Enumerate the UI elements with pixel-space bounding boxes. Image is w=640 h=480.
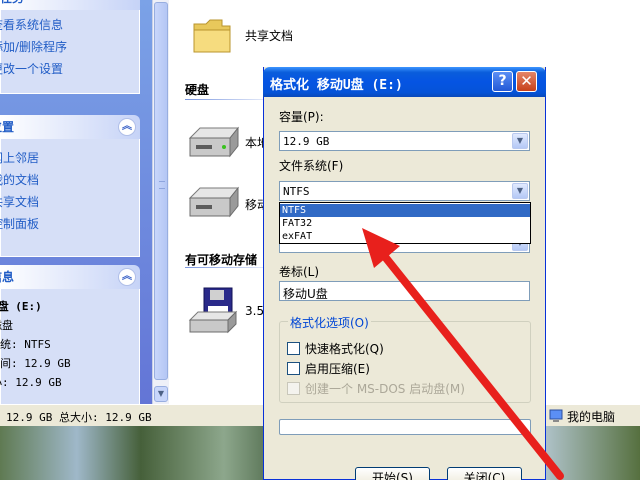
scrollbar-thumb[interactable]	[154, 2, 168, 380]
removable-storage-heading: 有可移动存储	[185, 253, 258, 267]
msdos-boot-label: 创建一个 MS-DOS 启动盘(M)	[305, 382, 465, 396]
chevron-down-icon[interactable]: ▼	[512, 183, 528, 199]
link-change-setting[interactable]: 更改一个设置	[0, 58, 139, 80]
floppy-label[interactable]: 3.5	[245, 304, 264, 318]
floppy-drive-icon[interactable]	[188, 286, 238, 336]
details-filesystem: 系统: NTFS	[0, 338, 51, 351]
status-location-text: 我的电脑	[567, 410, 616, 424]
other-places-body: 网上邻居 我的文档 共享文档 控制面板	[0, 139, 140, 257]
filesystem-option-exfat[interactable]: exFAT	[280, 230, 530, 243]
msdos-boot-checkbox	[287, 382, 300, 395]
system-tasks-header[interactable]: 任务	[0, 0, 140, 10]
system-tasks-body: 查看系统信息 添加/删除程序 更改一个设置	[0, 10, 140, 94]
close-icon[interactable]: ✕	[516, 71, 537, 92]
capacity-select[interactable]: 12.9 GB ▼	[279, 131, 530, 151]
other-places-header[interactable]: 位置 ︽	[0, 115, 140, 139]
capacity-label: 容量(P):	[279, 110, 324, 124]
system-tasks-title: 任务	[0, 0, 24, 5]
dialog-title: 格式化 移动U盘 (E:)	[270, 78, 403, 93]
quick-format-checkbox[interactable]	[287, 342, 300, 355]
chevron-up-icon[interactable]: ︽	[118, 268, 136, 286]
details-total-size: 小: 12.9 GB	[0, 376, 62, 389]
format-options-group: 格式化选项(O) 快速格式化(Q) 启用压缩(E) 创建一个 MS-DOS 启动…	[279, 314, 531, 403]
chevron-up-icon[interactable]: ︽	[118, 118, 136, 136]
link-view-system-info[interactable]: 查看系统信息	[0, 14, 139, 36]
format-progress-bar	[279, 419, 531, 435]
link-shared-documents[interactable]: 共享文档	[0, 191, 139, 213]
link-my-documents[interactable]: 我的文档	[0, 169, 139, 191]
capacity-value: 12.9 GB	[283, 135, 330, 148]
folder-icon[interactable]	[192, 14, 232, 56]
filesystem-label: 文件系统(F)	[279, 159, 344, 173]
close-button[interactable]: 关闭(C)	[447, 467, 522, 480]
quick-format-label[interactable]: 快速格式化(Q)	[305, 340, 384, 357]
volume-label-input[interactable]: 移动U盘	[279, 281, 530, 301]
system-tasks-panel: 任务 查看系统信息 添加/删除程序 更改一个设置	[0, 0, 140, 94]
details-panel: 信息 ︽ U盘 (E:) 磁盘 系统: NTFS 空间: 12.9 GB 小: …	[0, 265, 140, 404]
details-header[interactable]: 信息 ︽	[0, 265, 140, 289]
details-drive-name: U盘 (E:)	[0, 300, 42, 313]
volume-label-label: 卷标(L)	[279, 265, 320, 279]
filesystem-select[interactable]: NTFS ▼	[279, 181, 530, 201]
status-size-text: 12.9 GB 总大小: 12.9 GB	[6, 411, 152, 424]
details-title: 信息	[0, 270, 15, 284]
dialog-title-bar[interactable]: 格式化 移动U盘 (E:) ? ✕	[263, 67, 546, 97]
volume-label-value: 移动U盘	[283, 287, 328, 301]
explorer-task-pane: 任务 查看系统信息 添加/删除程序 更改一个设置 位置 ︽ 网上邻居 我的文档 …	[0, 0, 152, 404]
help-button[interactable]: ?	[492, 71, 513, 92]
compression-checkbox[interactable]	[287, 362, 300, 375]
compression-label[interactable]: 启用压缩(E)	[305, 360, 370, 377]
link-add-remove-programs[interactable]: 添加/删除程序	[0, 36, 139, 58]
details-free-space: 空间: 12.9 GB	[0, 357, 71, 370]
link-control-panel[interactable]: 控制面板	[0, 213, 139, 235]
vertical-scrollbar[interactable]: ▼	[152, 0, 169, 404]
other-places-panel: 位置 ︽ 网上邻居 我的文档 共享文档 控制面板	[0, 115, 140, 257]
removable-disk-icon[interactable]	[186, 186, 240, 220]
grip-icon	[159, 181, 165, 189]
details-body: U盘 (E:) 磁盘 系统: NTFS 空间: 12.9 GB 小: 12.9 …	[0, 289, 140, 404]
filesystem-value: NTFS	[283, 185, 310, 198]
filesystem-dropdown-list[interactable]: NTFS FAT32 exFAT	[279, 202, 531, 244]
link-network-places[interactable]: 网上邻居	[0, 147, 139, 169]
filesystem-option-fat32[interactable]: FAT32	[280, 217, 530, 230]
other-places-title: 位置	[0, 120, 15, 134]
scroll-down-arrow-icon[interactable]: ▼	[154, 386, 168, 402]
my-computer-icon	[549, 409, 563, 422]
shared-documents-label[interactable]: 共享文档	[245, 27, 293, 44]
chevron-down-icon[interactable]: ▼	[512, 133, 528, 149]
hard-disk-icon[interactable]	[186, 126, 240, 160]
format-dialog: 格式化 移动U盘 (E:) ? ✕ 容量(P): 12.9 GB ▼ 文件系统(…	[263, 67, 546, 480]
hard-disks-heading: 硬盘	[185, 83, 210, 97]
filesystem-option-ntfs[interactable]: NTFS	[280, 204, 530, 217]
details-drive-type: 磁盘	[0, 319, 13, 332]
start-button[interactable]: 开始(S)	[355, 467, 430, 480]
format-options-legend: 格式化选项(O)	[288, 314, 371, 331]
